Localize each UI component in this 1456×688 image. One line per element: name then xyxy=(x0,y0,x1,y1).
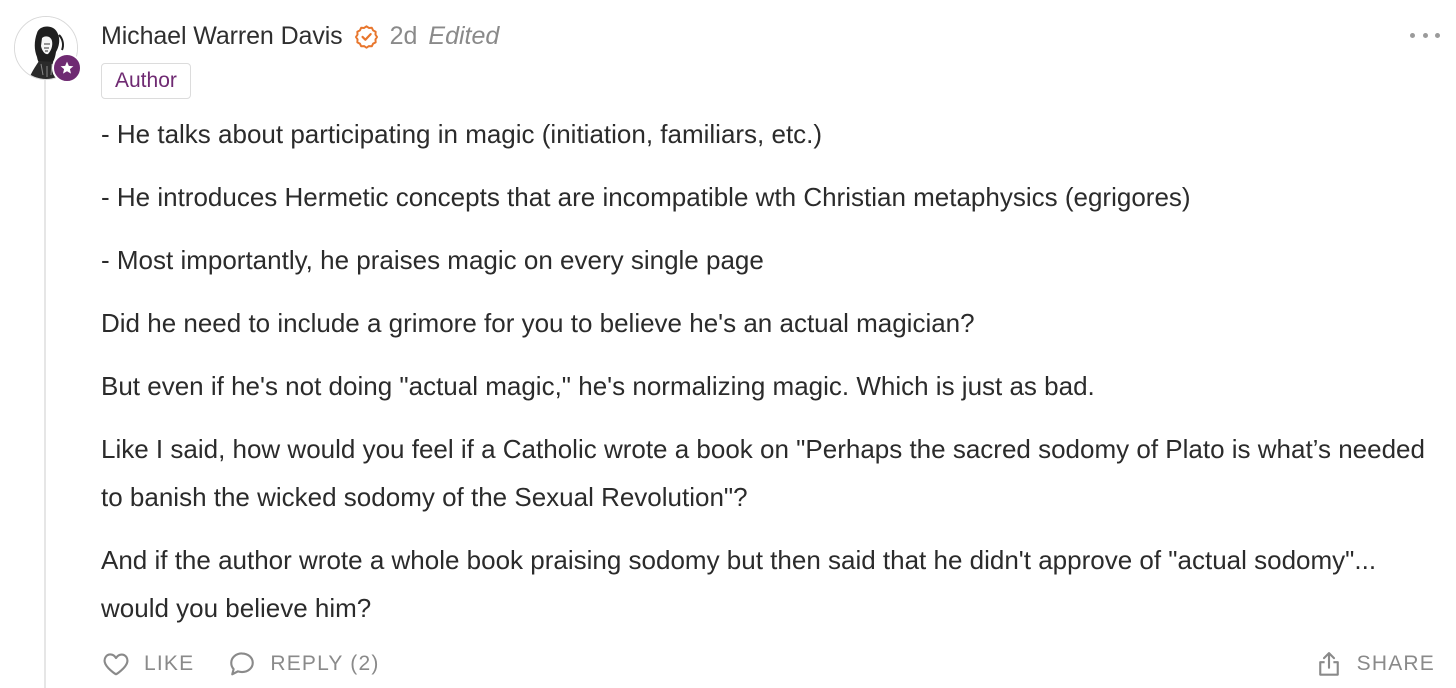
thread-line[interactable] xyxy=(44,80,46,688)
comment-timestamp[interactable]: 2d xyxy=(390,22,418,51)
like-button[interactable]: LIKE xyxy=(101,649,194,679)
comment-paragraph: Like I said, how would you feel if a Cat… xyxy=(101,434,1425,512)
comment-paragraph: - Most importantly, he praises magic on … xyxy=(101,245,764,275)
share-button[interactable]: SHARE xyxy=(1314,646,1435,682)
author-badge: Author xyxy=(101,63,191,99)
speech-bubble-icon xyxy=(227,649,257,679)
comment: Michael Warren Davis 2d Edited Author - … xyxy=(0,0,1456,688)
comment-paragraph: - He talks about participating in magic … xyxy=(101,119,823,149)
star-icon xyxy=(60,61,74,74)
comment-body: - He talks about participating in magic … xyxy=(101,110,1431,647)
comment-actions: LIKE REPLY (2) xyxy=(101,646,380,682)
author-name[interactable]: Michael Warren Davis xyxy=(101,22,343,51)
share-icon xyxy=(1314,649,1344,679)
author-star-badge xyxy=(52,53,82,83)
edited-label: Edited xyxy=(428,21,500,50)
like-label: LIKE xyxy=(144,652,195,675)
more-options-button[interactable] xyxy=(1410,23,1440,47)
comment-paragraph: And if the author wrote a whole book pra… xyxy=(101,545,1377,623)
comment-paragraph: - He introduces Hermetic concepts that a… xyxy=(101,182,1191,212)
reply-button[interactable]: REPLY (2) xyxy=(227,649,379,679)
check-circle-icon xyxy=(354,24,379,49)
reply-label: REPLY (2) xyxy=(270,652,380,675)
comment-paragraph: But even if he's not doing "actual magic… xyxy=(101,371,1095,401)
comment-paragraph: Did he need to include a grimore for you… xyxy=(101,308,975,338)
more-horizontal-icon xyxy=(1410,32,1415,38)
share-label: SHARE xyxy=(1356,652,1435,675)
heart-icon xyxy=(101,649,131,679)
comment-header: Michael Warren Davis 2d Edited xyxy=(101,18,499,54)
